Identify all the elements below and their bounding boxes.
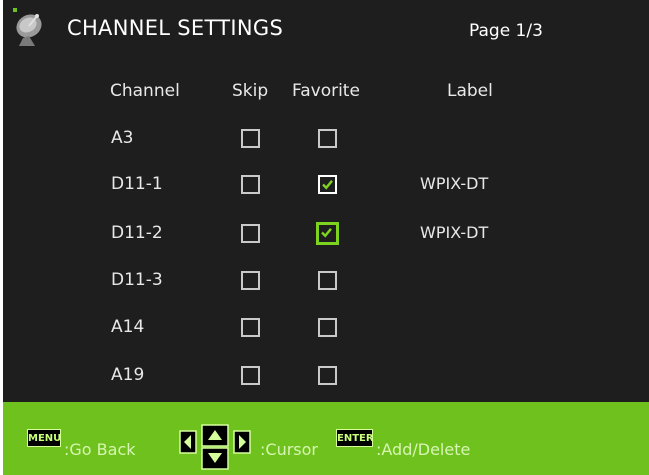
channel-row[interactable]: A19	[3, 361, 649, 391]
channel-label: WPIX-DT	[420, 174, 489, 193]
channel-row[interactable]: A3	[3, 124, 649, 154]
settings-panel: CHANNEL SETTINGS Page 1/3 Channel Skip F…	[3, 0, 649, 402]
column-header-skip: Skip	[232, 81, 269, 101]
favorite-checkbox[interactable]	[318, 175, 337, 194]
cursor-hint: :Cursor	[260, 440, 318, 459]
favorite-checkbox[interactable]	[318, 318, 337, 337]
favorite-checkbox[interactable]	[318, 366, 337, 385]
channel-name: A3	[111, 128, 134, 148]
page-indicator: Page 1/3	[469, 21, 543, 41]
channel-label: WPIX-DT	[420, 223, 489, 242]
channel-name: D11-2	[111, 223, 163, 243]
enter-key-icon: ENTER	[336, 429, 374, 447]
channel-name: A19	[111, 365, 145, 385]
channel-row[interactable]: D11-3	[3, 266, 649, 296]
checkmark-icon	[322, 180, 333, 190]
channel-row[interactable]: D11-2 WPIX-DT	[3, 219, 649, 249]
channel-row[interactable]: D11-1 WPIX-DT	[3, 170, 649, 200]
favorite-checkbox[interactable]	[318, 129, 337, 148]
favorite-checkbox[interactable]	[316, 222, 339, 245]
favorite-checkbox[interactable]	[318, 271, 337, 290]
channel-row[interactable]: A14	[3, 313, 649, 343]
skip-checkbox[interactable]	[241, 129, 260, 148]
checkmark-icon	[321, 228, 332, 238]
channel-name: A14	[111, 317, 145, 337]
help-bar	[3, 402, 649, 475]
channel-name: D11-3	[111, 270, 163, 290]
column-header-label: Label	[447, 81, 493, 101]
go-back-hint: :Go Back	[64, 440, 136, 459]
skip-checkbox[interactable]	[241, 175, 260, 194]
satellite-dish-icon	[13, 8, 42, 46]
tv-screen: CHANNEL SETTINGS Page 1/3 Channel Skip F…	[3, 0, 649, 475]
column-header-favorite: Favorite	[292, 81, 360, 101]
column-header-channel: Channel	[110, 81, 180, 101]
skip-checkbox[interactable]	[241, 224, 260, 243]
skip-checkbox[interactable]	[241, 318, 260, 337]
arrow-keys-icon	[179, 424, 251, 470]
skip-checkbox[interactable]	[241, 366, 260, 385]
channel-name: D11-1	[111, 174, 163, 194]
menu-key-icon: MENU	[27, 429, 61, 447]
skip-checkbox[interactable]	[241, 271, 260, 290]
page-title: CHANNEL SETTINGS	[67, 16, 284, 40]
add-delete-hint: :Add/Delete	[376, 440, 471, 459]
